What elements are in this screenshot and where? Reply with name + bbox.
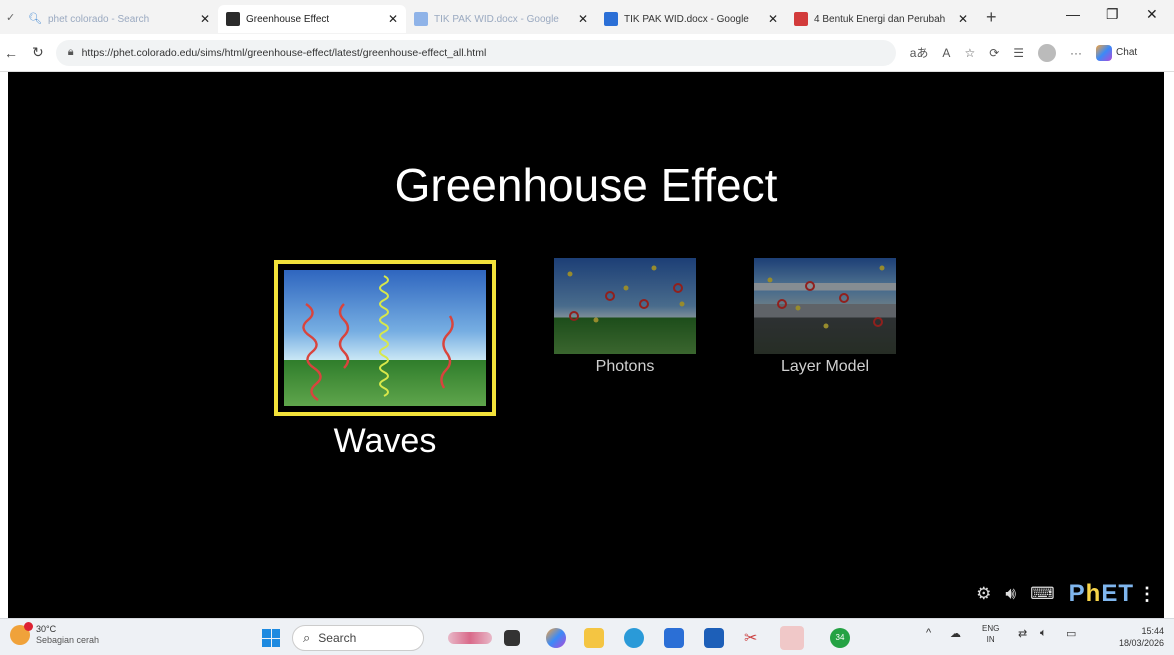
favorites-icon[interactable]: ☰ <box>1013 46 1024 60</box>
tab-phet-search[interactable]: 🔍︎ phet colorado - Search ✕ <box>20 5 218 33</box>
address-bar-row: ← ↻ 🔒︎ https://phet.colorado.edu/sims/ht… <box>0 34 1174 72</box>
screen-label-waves[interactable]: Waves <box>274 422 496 461</box>
settings-gear-icon[interactable]: ⚙ <box>976 584 991 604</box>
sound-icon[interactable]: 🔊︎ <box>1005 584 1016 604</box>
screen-button-waves[interactable]: Waves <box>8 72 496 460</box>
tab-label: TIK PAK WID.docx - Google <box>624 13 749 25</box>
clock-time: 15:44 <box>1141 626 1164 636</box>
phet-favicon-icon <box>226 12 240 26</box>
selected-highlight-frame[interactable] <box>274 260 496 416</box>
lock-icon: 🔒︎ <box>67 46 74 58</box>
screen-label-photons[interactable]: Photons <box>554 358 696 376</box>
close-icon[interactable]: ✕ <box>200 12 210 26</box>
search-icon: ⌕ <box>303 630 311 645</box>
copilot-label[interactable]: Chat <box>1116 47 1137 58</box>
weather-condition-label: Sebagian cerah <box>36 635 100 645</box>
close-icon[interactable]: ✕ <box>768 12 778 26</box>
snipping-tool-icon[interactable]: ✂ <box>744 628 764 648</box>
sim-title: Greenhouse Effect <box>394 159 778 211</box>
task-view-icon[interactable] <box>504 630 520 646</box>
widgets-icon[interactable] <box>448 632 492 644</box>
tab-bentuk-energi[interactable]: 4 Bentuk Energi dan Perubah ✕ <box>786 5 976 33</box>
phet-logo-h: h <box>1085 580 1102 607</box>
copilot-icon[interactable] <box>1096 44 1113 61</box>
url-field[interactable]: 🔒︎ https://phet.colorado.edu/sims/html/g… <box>55 39 896 66</box>
browser-tab-strip: ✓ 🔍︎ phet colorado - Search ✕ Greenhouse… <box>0 0 1174 34</box>
close-icon[interactable]: ✕ <box>388 12 398 26</box>
close-icon[interactable]: ✕ <box>578 12 588 26</box>
clock-date: 18/03/2026 <box>1118 638 1164 648</box>
refresh-icon[interactable]: ↻ <box>32 44 44 61</box>
tray-overflow-icon[interactable]: ^ <box>926 627 931 639</box>
close-icon[interactable]: ✕ <box>958 12 968 26</box>
weather-text: 30°C Sebagian cerah <box>36 624 99 646</box>
phet-logo[interactable]: PhET <box>1069 580 1134 608</box>
taskbar-search-input[interactable]: ⌕ Search <box>292 625 424 651</box>
tab-greenhouse-effect[interactable]: Greenhouse Effect ✕ <box>218 5 406 33</box>
tab-label: TIK PAK WID.docx - Google <box>434 13 559 25</box>
weather-icon <box>10 622 33 645</box>
docs-icon <box>414 12 428 26</box>
favorite-star-icon[interactable]: ☆ <box>964 46 975 60</box>
close-window-button[interactable]: ✕ <box>1146 6 1158 23</box>
language-top: ENG <box>982 624 1000 633</box>
search-icon: 🔍︎ <box>28 13 42 25</box>
sidebar-toggle-icon[interactable]: ✓ <box>6 11 20 24</box>
text-size-icon[interactable]: A <box>942 46 950 60</box>
language-bottom: IN <box>986 635 995 644</box>
temperature-label: 30°C <box>36 624 57 634</box>
battery-icon[interactable]: ▭ <box>1066 627 1076 640</box>
store-icon[interactable] <box>664 628 684 648</box>
new-tab-button[interactable]: + <box>986 7 997 28</box>
chat-badge-count: 34 <box>835 633 845 642</box>
layer-model-thumbnail <box>754 258 896 354</box>
network-icon[interactable]: ⇄ <box>1018 627 1027 640</box>
search-placeholder: Search <box>318 631 357 645</box>
docs-icon <box>604 12 618 26</box>
back-icon[interactable]: ← <box>4 45 18 61</box>
tab-label: phet colorado - Search <box>48 13 150 25</box>
waves-thumbnail <box>284 270 486 406</box>
onedrive-icon[interactable]: ☁ <box>950 627 961 640</box>
taskbar-clock[interactable]: 15:44 18/03/2026 <box>1119 625 1164 649</box>
more-options-icon[interactable]: ··· <box>1070 46 1082 60</box>
tab-tik-pak-wid-1[interactable]: TIK PAK WID.docx - Google ✕ <box>406 5 596 33</box>
document-icon <box>794 12 808 26</box>
layer-model-graphic <box>767 265 885 329</box>
file-explorer-icon[interactable] <box>584 628 604 648</box>
tab-label: 4 Bentuk Energi dan Perubah <box>814 13 946 25</box>
windows-start-icon[interactable] <box>262 629 280 647</box>
photons-thumbnail <box>554 258 696 354</box>
keyboard-icon[interactable]: ⌨ <box>1030 584 1055 604</box>
screen-label-layer-model[interactable]: Layer Model <box>754 358 896 376</box>
phet-menu-icon[interactable]: ⋮ <box>1138 584 1156 605</box>
volume-icon[interactable]: 🔈︎ <box>1040 627 1047 640</box>
phet-logo-et: ET <box>1101 580 1134 607</box>
profile-avatar[interactable] <box>1038 43 1057 62</box>
office-icon[interactable] <box>704 628 724 648</box>
edge-browser-icon[interactable] <box>624 628 644 648</box>
sim-home-screen: Greenhouse Effect Waves Photons Layer Mo… <box>8 72 1164 618</box>
tab-tik-pak-wid-2[interactable]: TIK PAK WID.docx - Google ✕ <box>596 5 786 33</box>
phet-logo-p: P <box>1068 580 1086 607</box>
copilot-app-icon[interactable] <box>546 628 566 648</box>
minimize-button[interactable]: — <box>1066 6 1080 22</box>
url-text: https://phet.colorado.edu/sims/html/gree… <box>81 46 487 59</box>
wave-lines-graphic <box>302 275 454 401</box>
sim-nav-controls: ⚙ 🔊︎ ⌨ PhET ⋮ <box>962 580 1156 608</box>
language-indicator[interactable]: ENG IN <box>982 623 999 645</box>
photons-graphic <box>567 265 685 323</box>
weather-widget[interactable]: 30°C Sebagian cerah <box>10 622 99 646</box>
screen-button-layer-model[interactable]: Layer Model <box>754 258 896 382</box>
restore-button[interactable]: ❐ <box>1106 6 1119 23</box>
extensions-icon[interactable]: ⟳ <box>989 46 999 60</box>
tab-label: Greenhouse Effect <box>246 13 330 25</box>
screen-button-photons[interactable]: Photons <box>554 258 696 382</box>
calculator-icon[interactable] <box>780 626 804 650</box>
whatsapp-icon[interactable]: 34 <box>830 628 850 648</box>
read-aloud-icon[interactable]: aあ <box>910 44 929 61</box>
windows-taskbar: 30°C Sebagian cerah ⌕ Search ✂ 34 ^ ☁ EN… <box>0 618 1174 655</box>
